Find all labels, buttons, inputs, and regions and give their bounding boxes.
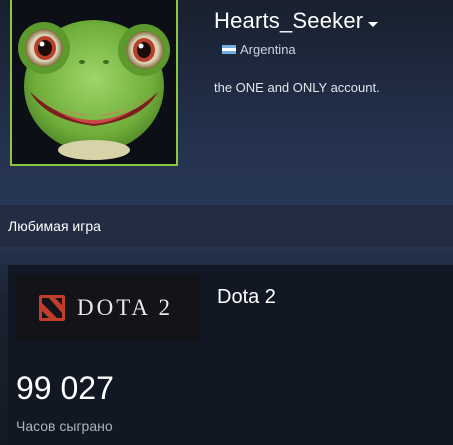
profile-name-row: Hearts_Seeker: [214, 8, 379, 34]
hours-played-value: 99 027: [16, 370, 114, 406]
profile-avatar[interactable]: [10, 0, 178, 166]
dota-logo-icon: [39, 295, 65, 321]
favorite-game-header: Любимая игра: [0, 205, 453, 247]
game-name-link[interactable]: Dota 2: [217, 286, 276, 309]
frog-avatar-icon: [12, 0, 176, 164]
location-label: Argentina: [240, 42, 296, 57]
profile-name: Hearts_Seeker: [214, 8, 364, 33]
profile-location: Argentina: [222, 42, 296, 57]
game-logo-wordmark: DOTA 2: [77, 295, 174, 320]
game-capsule[interactable]: DOTA 2: [16, 274, 200, 342]
argentina-flag-icon: [222, 44, 236, 55]
profile-summary: the ONE and ONLY account.: [214, 80, 380, 95]
hours-played-label: Часов сыграно: [16, 418, 113, 434]
section-title: Любимая игра: [8, 218, 101, 234]
chevron-down-icon[interactable]: [368, 21, 379, 27]
